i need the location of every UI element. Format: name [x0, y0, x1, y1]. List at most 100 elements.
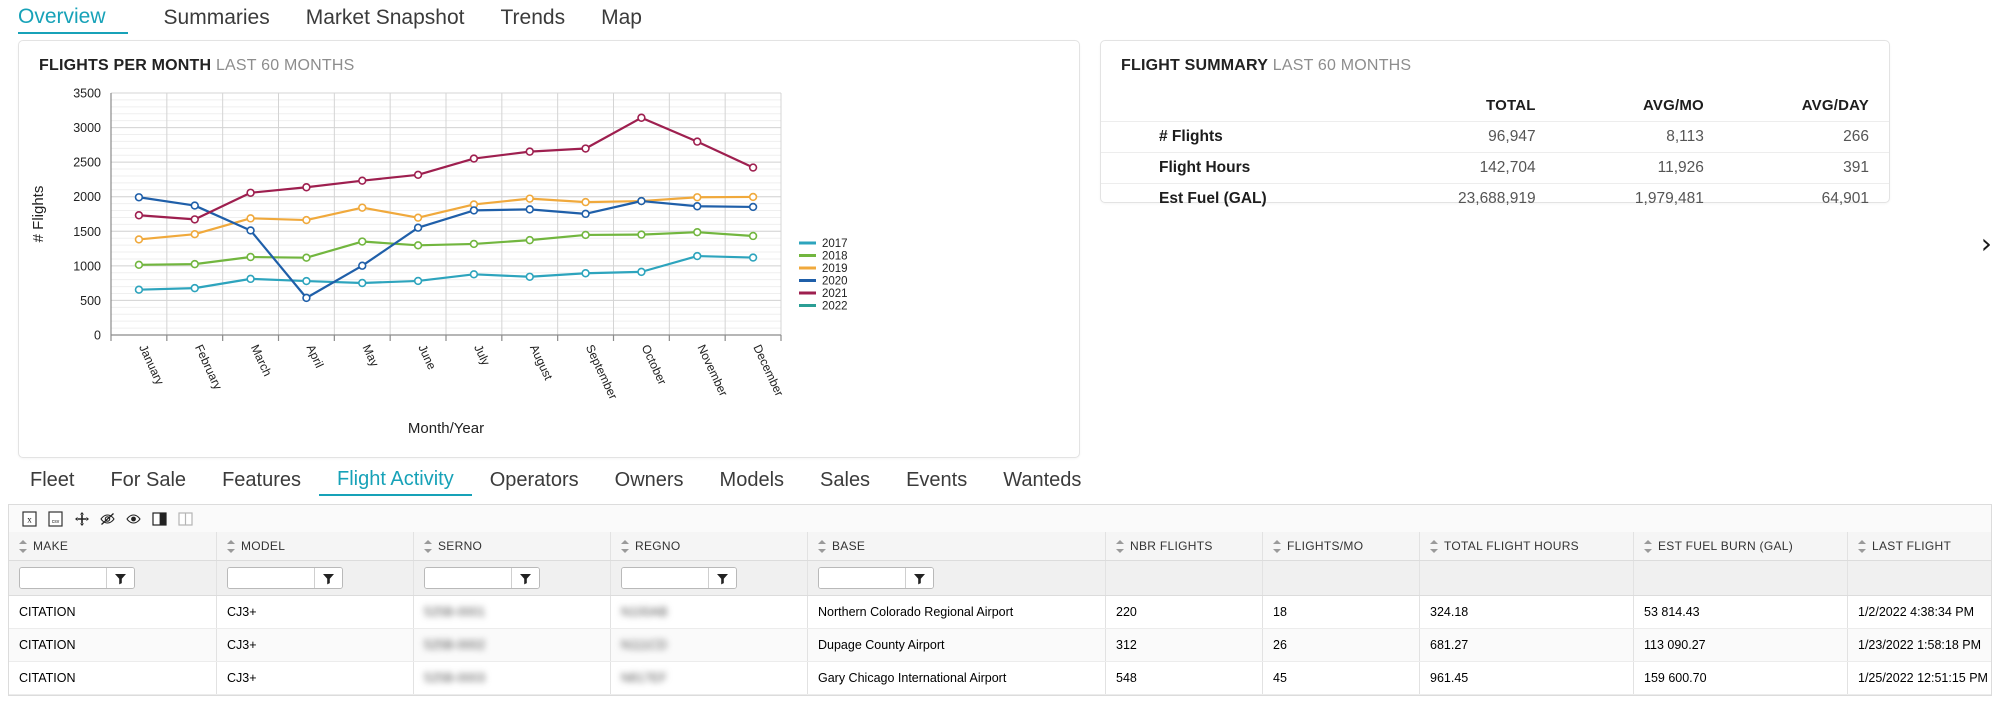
- grid-col-flights-mo[interactable]: FLIGHTS/MO: [1263, 532, 1420, 560]
- filter-input-regno[interactable]: [622, 568, 708, 588]
- grid-col-est-fuel-burn-label: EST FUEL BURN (GAL): [1658, 539, 1794, 553]
- excel-export-icon[interactable]: x: [21, 510, 38, 527]
- show-columns-icon[interactable]: [125, 510, 142, 527]
- grid-col-total-flight-hours-label: TOTAL FLIGHT HOURS: [1444, 539, 1579, 553]
- line-chart-svg: 0 500 1000 1500 2000 2500 3000 3500 January Febru…: [30, 87, 848, 438]
- subnav-item-features[interactable]: Features: [204, 469, 319, 495]
- filter-funnel-icon[interactable]: [511, 568, 539, 588]
- subnav-item-operators[interactable]: Operators: [472, 469, 597, 495]
- grid-col-regno[interactable]: REGNO: [611, 532, 808, 560]
- grid-toolbar: x csv: [8, 504, 1992, 532]
- cell-make: CITATION: [9, 596, 217, 628]
- nav-item-trends[interactable]: Trends: [501, 6, 588, 33]
- csv-export-icon[interactable]: csv: [47, 510, 64, 527]
- grid-col-est-fuel-burn[interactable]: EST FUEL BURN (GAL): [1634, 532, 1848, 560]
- subnav-item-fleet[interactable]: Fleet: [12, 469, 92, 495]
- table-row[interactable]: CITATION CJ3+ 525B-0002 N111CD Dupage Co…: [9, 629, 1991, 662]
- subnav-item-flight-activity[interactable]: Flight Activity: [319, 468, 472, 496]
- table-row[interactable]: CITATION CJ3+ 525B-0001 N100AB Northern …: [9, 596, 1991, 629]
- sort-icon[interactable]: [1430, 539, 1438, 553]
- nav-item-overview[interactable]: Overview: [18, 5, 128, 34]
- svg-text:December: December: [750, 342, 786, 398]
- cell-total-flight-hours: 961.45: [1420, 662, 1634, 694]
- filter-cell-last-flight: [1848, 561, 1990, 595]
- subnav-item-models[interactable]: Models: [702, 469, 802, 495]
- summary-hours-total: 142,704: [1371, 152, 1556, 184]
- svg-text:2019: 2019: [822, 263, 848, 275]
- column-chooser-icon[interactable]: [177, 510, 194, 527]
- cell-regno: N817EF: [611, 662, 808, 694]
- sort-icon[interactable]: [1116, 539, 1124, 553]
- sort-icon[interactable]: [818, 539, 826, 553]
- move-columns-icon[interactable]: [73, 510, 90, 527]
- sort-icon[interactable]: [1644, 539, 1652, 553]
- grid-col-total-flight-hours[interactable]: TOTAL FLIGHT HOURS: [1420, 532, 1634, 560]
- filter-input-model[interactable]: [228, 568, 314, 588]
- cell-base: Northern Colorado Regional Airport: [808, 596, 1106, 628]
- filter-box-base[interactable]: [818, 567, 934, 589]
- sort-icon[interactable]: [1858, 539, 1866, 553]
- primary-nav: Overview Summaries Market Snapshot Trend…: [0, 0, 2000, 40]
- subnav-item-wanteds[interactable]: Wanteds: [985, 469, 1099, 495]
- svg-text:x: x: [27, 514, 32, 524]
- sort-icon[interactable]: [19, 539, 27, 553]
- svg-text:2018: 2018: [822, 251, 848, 263]
- filter-box-model[interactable]: [227, 567, 343, 589]
- cell-last-flight: 1/2/2022 4:38:34 PM: [1858, 605, 1975, 619]
- svg-text:August: August: [527, 342, 556, 382]
- grid-col-base-label: BASE: [832, 539, 866, 553]
- split-pane-icon[interactable]: [151, 510, 168, 527]
- filter-funnel-icon[interactable]: [314, 568, 342, 588]
- flights-per-month-title: FLIGHTS PER MONTH LAST 60 MONTHS: [19, 41, 1079, 75]
- nav-item-market-snapshot[interactable]: Market Snapshot: [306, 6, 487, 33]
- cell-make: CITATION: [9, 662, 217, 694]
- grid-col-model[interactable]: MODEL: [217, 532, 414, 560]
- filter-box-make[interactable]: [19, 567, 135, 589]
- subnav-item-for-sale[interactable]: For Sale: [92, 469, 204, 495]
- grid-col-base[interactable]: BASE: [808, 532, 1106, 560]
- nav-item-map[interactable]: Map: [601, 6, 664, 33]
- carousel-next-icon[interactable]: ›: [1981, 230, 1992, 258]
- filter-funnel-icon[interactable]: [708, 568, 736, 588]
- subnav-item-sales[interactable]: Sales: [802, 469, 888, 495]
- filter-input-make[interactable]: [20, 568, 106, 588]
- filter-funnel-icon[interactable]: [106, 568, 134, 588]
- subnav-item-events[interactable]: Events: [888, 469, 985, 495]
- svg-text:2500: 2500: [73, 156, 101, 170]
- subnav-item-owners[interactable]: Owners: [597, 469, 702, 495]
- svg-text:April: April: [304, 342, 327, 370]
- sort-icon[interactable]: [424, 539, 432, 553]
- grid-col-serno[interactable]: SERNO: [414, 532, 611, 560]
- grid-col-nbr-flights[interactable]: NBR FLIGHTS: [1106, 532, 1263, 560]
- cell-serno: 525B-0002: [414, 629, 611, 661]
- grid-col-make[interactable]: MAKE: [9, 532, 217, 560]
- svg-text:Month/Year: Month/Year: [408, 420, 484, 437]
- grid-col-last-flight[interactable]: LAST FLIGHT: [1848, 532, 1990, 560]
- summary-row-flights: # Flights 96,947 8,113 266: [1101, 121, 1889, 153]
- secondary-nav: Fleet For Sale Features Flight Activity …: [0, 458, 2000, 504]
- filter-input-serno[interactable]: [425, 568, 511, 588]
- grid-col-last-flight-label: LAST FLIGHT: [1872, 539, 1952, 553]
- summary-flights-total: 96,947: [1371, 121, 1556, 153]
- svg-text:2020: 2020: [822, 276, 848, 288]
- nav-item-summaries[interactable]: Summaries: [164, 6, 292, 33]
- flights-per-month-chart[interactable]: 0 500 1000 1500 2000 2500 3000 3500 January Febru…: [19, 75, 1081, 447]
- dashboard-panels: FLIGHTS PER MONTH LAST 60 MONTHS 0 500 100…: [0, 40, 2000, 458]
- filter-box-serno[interactable]: [424, 567, 540, 589]
- cell-regno: N100AB: [611, 596, 808, 628]
- filter-input-base[interactable]: [819, 568, 905, 588]
- svg-text:2017: 2017: [822, 238, 848, 250]
- cell-est-fuel-burn: 159 600.70: [1634, 662, 1848, 694]
- table-row[interactable]: CITATION CJ3+ 525B-0003 N817EF Gary Chic…: [9, 662, 1991, 695]
- summary-col-avg-mo: AVG/MO: [1642, 97, 1704, 114]
- filter-box-regno[interactable]: [621, 567, 737, 589]
- grid-header-row: MAKE MODEL SERNO REGNO BASE NBR FLIGHTS …: [9, 532, 1991, 561]
- grid-col-nbr-flights-label: NBR FLIGHTS: [1130, 539, 1213, 553]
- hide-columns-icon[interactable]: [99, 510, 116, 527]
- filter-funnel-icon[interactable]: [905, 568, 933, 588]
- cell-model: CJ3+: [217, 629, 414, 661]
- sort-icon[interactable]: [227, 539, 235, 553]
- cell-base: Dupage County Airport: [808, 629, 1106, 661]
- sort-icon[interactable]: [1273, 539, 1281, 553]
- sort-icon[interactable]: [621, 539, 629, 553]
